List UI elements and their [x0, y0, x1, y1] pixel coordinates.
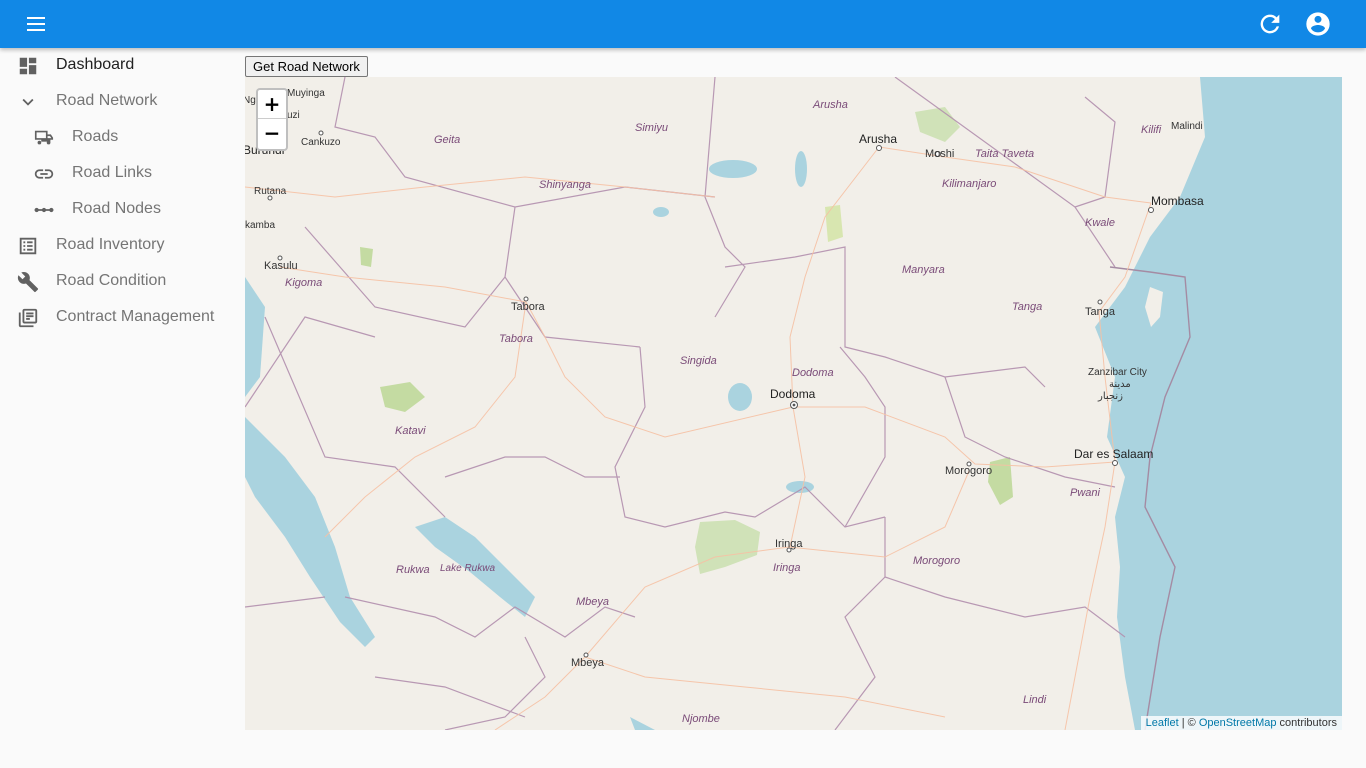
map-region-tabora: Tabora [499, 333, 533, 345]
map-region-manyara: Manyara [902, 264, 945, 276]
dashboard-icon [17, 55, 39, 77]
map-label-dar-es-salaam: Dar es Salaam [1074, 447, 1154, 461]
map-attribution: Leaflet | © OpenStreetMap contributors [1140, 716, 1342, 730]
map-region-katavi: Katavi [395, 425, 426, 437]
app-bar [0, 0, 1366, 48]
map-label-malindi: Malindi [1171, 121, 1203, 132]
map-region-mbeya: Mbeya [576, 596, 610, 608]
wrench-icon [17, 271, 39, 293]
refresh-icon[interactable] [1256, 10, 1284, 38]
map-region-lindi: Lindi [1023, 694, 1047, 706]
map[interactable]: Arusha Moshi Mombasa Malindi Tanga Dodom… [245, 77, 1342, 730]
map-label-moshi: Moshi [925, 148, 955, 160]
sidebar-item-road-nodes[interactable]: Road Nodes [0, 192, 236, 228]
map-region-shinyanga: Shinyanga [539, 179, 591, 191]
sidebar-item-label: Dashboard [56, 56, 135, 73]
zoom-out-button[interactable]: − [258, 119, 286, 148]
zoom-in-button[interactable]: + [258, 90, 286, 119]
map-region-geita: Geita [434, 134, 461, 146]
map-region-morogoro: Morogoro [913, 555, 961, 567]
nodes-icon [33, 199, 55, 221]
sidebar-item-dashboard[interactable]: Dashboard [0, 48, 236, 84]
sidebar-item-road-network[interactable]: Road Network [0, 84, 236, 120]
sidebar: Dashboard Road Network Roads Road Links … [0, 48, 236, 768]
link-icon [33, 163, 55, 185]
chevron-down-icon [17, 91, 39, 113]
map-label-tabora: Tabora [511, 301, 545, 313]
map-region-kilifi: Kilifi [1141, 124, 1162, 136]
sidebar-item-label: Contract Management [56, 308, 215, 325]
get-road-network-button[interactable]: Get Road Network [245, 56, 368, 77]
menu-icon[interactable] [22, 12, 50, 36]
map-region-iringa: Iringa [773, 562, 801, 574]
library-icon [17, 307, 39, 329]
map-label-zanzibar-city: Zanzibar City [1088, 367, 1147, 378]
sidebar-item-label: Road Nodes [72, 200, 161, 217]
map-region-taita-taveta: Taita Taveta [975, 148, 1035, 160]
map-label-arusha: Arusha [859, 132, 898, 146]
map-label-kasulu: Kasulu [264, 260, 298, 272]
map-label-zanzibar-arabic: مدينة [1109, 379, 1131, 390]
map-region-simiyu: Simiyu [635, 122, 669, 134]
map-label-mombasa: Mombasa [1151, 194, 1204, 208]
account-circle-icon[interactable] [1304, 10, 1332, 38]
map-region-rukwa: Rukwa [396, 564, 430, 576]
map-label-muyinga: Muyinga [287, 88, 325, 99]
attribution-separator: | © [1178, 717, 1199, 729]
map-region-lake-rukwa: Lake Rukwa [440, 563, 496, 574]
map-label-mbeya: Mbeya [571, 657, 605, 669]
map-label-tanga: Tanga [1085, 306, 1115, 318]
map-label-zanzibar-arabic-2: زنجبار [1098, 391, 1123, 402]
sidebar-item-roads[interactable]: Roads [0, 120, 236, 156]
map-region-singida: Singida [680, 355, 717, 367]
sidebar-item-contract-management[interactable]: Contract Management [0, 300, 236, 336]
sidebar-item-label: Road Links [72, 164, 153, 181]
map-region-kilimanjaro: Kilimanjaro [942, 178, 997, 190]
map-region-pwani: Pwani [1070, 487, 1100, 499]
map-region-tanga: Tanga [1012, 301, 1043, 313]
attribution-suffix: contributors [1276, 717, 1337, 729]
car-icon [33, 127, 55, 149]
map-label-kamba: kamba [245, 220, 276, 231]
sidebar-item-label: Roads [72, 128, 119, 145]
map-label-rutana: Rutana [254, 186, 287, 197]
list-icon [17, 235, 39, 257]
sidebar-item-label: Road Condition [56, 272, 167, 289]
openstreetmap-link[interactable]: OpenStreetMap [1199, 717, 1277, 729]
map-label-cankuzo: Cankuzo [301, 137, 341, 148]
sidebar-item-road-inventory[interactable]: Road Inventory [0, 228, 236, 264]
leaflet-link[interactable]: Leaflet [1146, 717, 1179, 729]
map-tiles [245, 77, 1342, 730]
map-label-uzi: uzi [287, 110, 300, 121]
map-region-njombe: Njombe [682, 713, 720, 725]
map-region-kwale: Kwale [1085, 217, 1115, 229]
map-region-dodoma: Dodoma [792, 367, 834, 379]
map-label-morogoro: Morogoro [945, 465, 993, 477]
map-region-arusha: Arusha [813, 99, 848, 111]
map-label-dodoma: Dodoma [770, 387, 816, 401]
zoom-control: + − [256, 88, 288, 151]
sidebar-item-label: Road Network [56, 92, 158, 109]
sidebar-item-road-links[interactable]: Road Links [0, 156, 236, 192]
sidebar-item-label: Road Inventory [56, 236, 165, 253]
map-label-iringa: Iringa [775, 538, 803, 550]
sidebar-item-road-condition[interactable]: Road Condition [0, 264, 236, 300]
map-region-kigoma: Kigoma [285, 277, 323, 289]
